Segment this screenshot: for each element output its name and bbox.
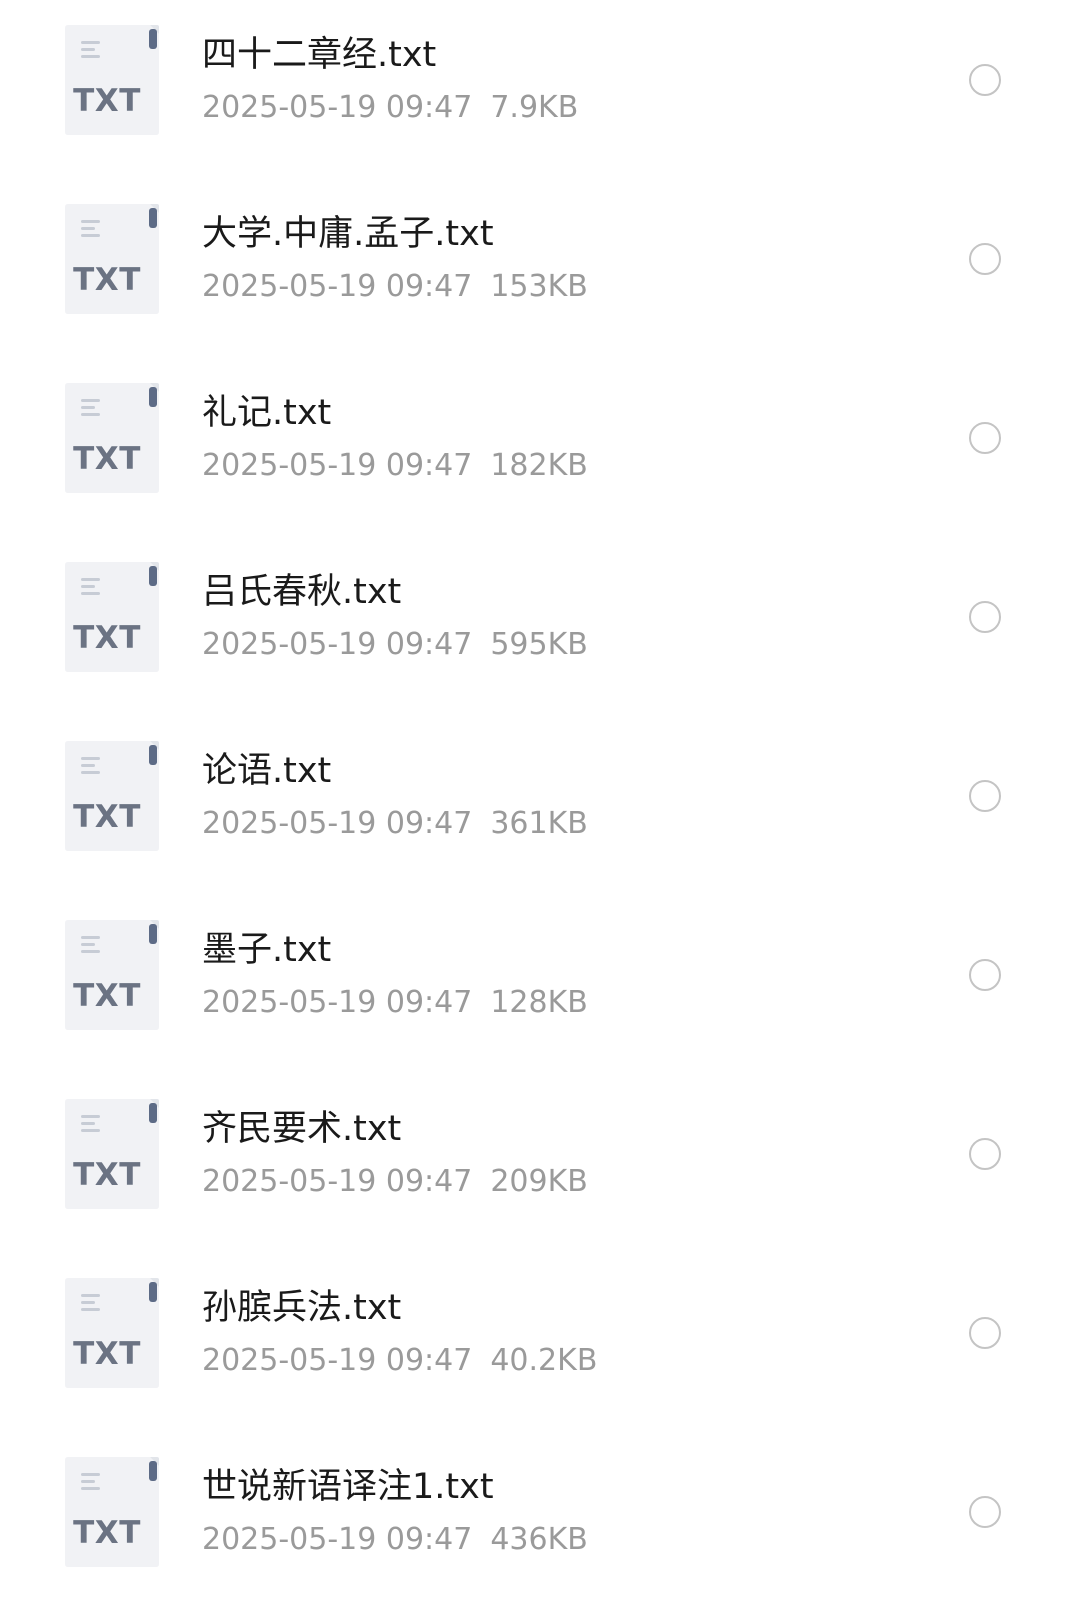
- txt-file-icon: TXT: [65, 741, 159, 851]
- radio-unchecked-icon[interactable]: [969, 1496, 1001, 1528]
- radio-unchecked-icon[interactable]: [969, 959, 1001, 991]
- file-meta: 2025-05-19 09:47 128KB: [202, 983, 588, 1023]
- file-row[interactable]: TXT 论语.txt 2025-05-19 09:47 361KB: [0, 716, 1080, 895]
- file-meta: 2025-05-19 09:47 209KB: [202, 1162, 588, 1202]
- file-date: 2025-05-19 09:47: [202, 269, 473, 304]
- file-row[interactable]: TXT 礼记.txt 2025-05-19 09:47 182KB: [0, 358, 1080, 537]
- file-name: 墨子.txt: [202, 930, 332, 970]
- file-row[interactable]: TXT 吕氏春秋.txt 2025-05-19 09:47 595KB: [0, 537, 1080, 716]
- radio-unchecked-icon[interactable]: [969, 780, 1001, 812]
- radio-unchecked-icon[interactable]: [969, 1138, 1001, 1170]
- file-name: 礼记.txt: [202, 393, 332, 433]
- file-type-label: TXT: [73, 83, 141, 119]
- txt-file-icon: TXT: [65, 383, 159, 493]
- file-row[interactable]: TXT 大学.中庸.孟子.txt 2025-05-19 09:47 153KB: [0, 179, 1080, 358]
- file-name: 论语.txt: [202, 751, 332, 791]
- file-meta: 2025-05-19 09:47 182KB: [202, 446, 588, 486]
- file-meta: 2025-05-19 09:47 40.2KB: [202, 1341, 597, 1381]
- txt-file-icon: TXT: [65, 1278, 159, 1388]
- radio-unchecked-icon[interactable]: [969, 422, 1001, 454]
- file-name: 世说新语译注1.txt: [202, 1467, 494, 1507]
- radio-unchecked-icon[interactable]: [969, 601, 1001, 633]
- txt-file-icon: TXT: [65, 562, 159, 672]
- file-date: 2025-05-19 09:47: [202, 1164, 473, 1199]
- file-name: 吕氏春秋.txt: [202, 572, 402, 612]
- txt-file-icon: TXT: [65, 920, 159, 1030]
- file-type-label: TXT: [73, 441, 141, 477]
- file-size: 595KB: [490, 627, 588, 662]
- file-row[interactable]: TXT 墨子.txt 2025-05-19 09:47 128KB: [0, 895, 1080, 1074]
- file-date: 2025-05-19 09:47: [202, 627, 473, 662]
- file-type-label: TXT: [73, 1157, 141, 1193]
- file-row[interactable]: TXT 世说新语译注1.txt 2025-05-19 09:47 436KB: [0, 1432, 1080, 1611]
- file-type-label: TXT: [73, 1515, 141, 1551]
- file-size: 209KB: [490, 1164, 588, 1199]
- file-type-label: TXT: [73, 978, 141, 1014]
- radio-unchecked-icon[interactable]: [969, 1317, 1001, 1349]
- file-list: TXT 四十二章经.txt 2025-05-19 09:47 7.9KB TXT …: [0, 0, 1080, 1576]
- file-row[interactable]: TXT 孙膑兵法.txt 2025-05-19 09:47 40.2KB: [0, 1253, 1080, 1432]
- file-date: 2025-05-19 09:47: [202, 448, 473, 483]
- file-meta: 2025-05-19 09:47 595KB: [202, 625, 588, 665]
- file-type-label: TXT: [73, 620, 141, 656]
- file-type-label: TXT: [73, 262, 141, 298]
- file-size: 153KB: [490, 269, 588, 304]
- file-row[interactable]: TXT 四十二章经.txt 2025-05-19 09:47 7.9KB: [0, 0, 1080, 179]
- txt-file-icon: TXT: [65, 25, 159, 135]
- txt-file-icon: TXT: [65, 1099, 159, 1209]
- file-size: 182KB: [490, 448, 588, 483]
- radio-unchecked-icon[interactable]: [969, 64, 1001, 96]
- txt-file-icon: TXT: [65, 1457, 159, 1567]
- file-size: 361KB: [490, 806, 588, 841]
- file-meta: 2025-05-19 09:47 436KB: [202, 1520, 588, 1560]
- file-name: 四十二章经.txt: [202, 35, 437, 75]
- file-size: 40.2KB: [490, 1343, 598, 1378]
- file-meta: 2025-05-19 09:47 7.9KB: [202, 88, 578, 128]
- file-name: 齐民要术.txt: [202, 1109, 402, 1149]
- radio-unchecked-icon[interactable]: [969, 243, 1001, 275]
- file-date: 2025-05-19 09:47: [202, 1343, 473, 1378]
- file-type-label: TXT: [73, 799, 141, 835]
- file-date: 2025-05-19 09:47: [202, 1522, 473, 1557]
- file-type-label: TXT: [73, 1336, 141, 1372]
- txt-file-icon: TXT: [65, 204, 159, 314]
- file-name: 孙膑兵法.txt: [202, 1288, 402, 1328]
- file-size: 436KB: [490, 1522, 588, 1557]
- file-meta: 2025-05-19 09:47 153KB: [202, 267, 588, 307]
- file-name: 大学.中庸.孟子.txt: [202, 214, 494, 254]
- file-size: 7.9KB: [490, 90, 579, 125]
- file-date: 2025-05-19 09:47: [202, 90, 473, 125]
- file-date: 2025-05-19 09:47: [202, 806, 473, 841]
- file-meta: 2025-05-19 09:47 361KB: [202, 804, 588, 844]
- file-row[interactable]: TXT 齐民要术.txt 2025-05-19 09:47 209KB: [0, 1074, 1080, 1253]
- file-date: 2025-05-19 09:47: [202, 985, 473, 1020]
- file-size: 128KB: [490, 985, 588, 1020]
